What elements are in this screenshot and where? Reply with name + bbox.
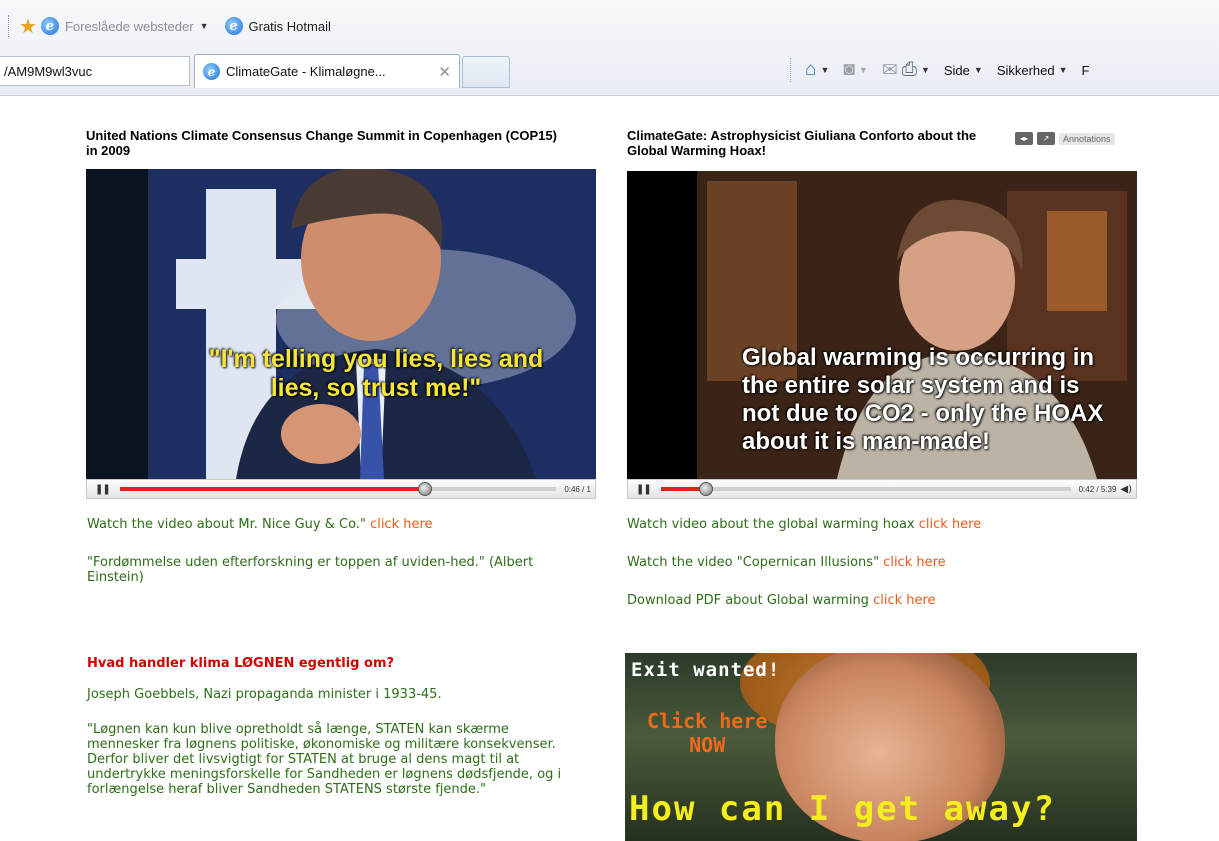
toolbar-grip bbox=[790, 58, 791, 82]
right-video-time: 0:42 / 5:39 bbox=[1078, 484, 1117, 494]
left-video-title: United Nations Climate Consensus Change … bbox=[86, 128, 557, 158]
right-progress-bar[interactable] bbox=[660, 482, 1071, 496]
tab-title: ClimateGate - Klimaløgne... bbox=[226, 64, 386, 79]
safety-menu[interactable]: Sikkerhed bbox=[997, 63, 1055, 78]
tab-climategate[interactable]: e ClimateGate - Klimaløgne... ✕ bbox=[194, 54, 460, 88]
hotmail-link[interactable]: Gratis Hotmail bbox=[249, 19, 331, 34]
chevron-down-icon[interactable]: ▼ bbox=[974, 65, 983, 75]
pause-icon[interactable]: ❚❚ bbox=[636, 484, 652, 495]
page-menu[interactable]: Side bbox=[944, 63, 970, 78]
annotations-label[interactable]: Annotations bbox=[1059, 132, 1115, 145]
feeds-icon[interactable]: ◙ bbox=[843, 59, 854, 81]
new-tab-button[interactable] bbox=[462, 56, 510, 88]
banner-click-text: Click here NOW bbox=[647, 709, 767, 757]
banner-exit-text: Exit wanted! bbox=[631, 659, 781, 681]
address-bar[interactable]: /AM9M9wl3vuc bbox=[0, 56, 190, 86]
section-heading: Hvad handler klima LØGNEN egentlig om? bbox=[87, 656, 395, 671]
einstein-quote: "Fordømmelse uden efterforskning er topp… bbox=[87, 555, 534, 585]
favorites-star-icon[interactable]: ★ bbox=[19, 14, 37, 39]
pause-icon[interactable]: ❚❚ bbox=[95, 484, 111, 495]
right-video-caption: Global warming is occurring in the entir… bbox=[742, 344, 1104, 455]
left-progress-fill bbox=[119, 487, 426, 491]
toolbar-grip[interactable] bbox=[8, 15, 11, 37]
tab-row: /AM9M9wl3vuc e ClimateGate - Klimaløgne.… bbox=[0, 52, 1219, 88]
popout-icon[interactable]: ↗ bbox=[1037, 132, 1055, 145]
right-progress-knob[interactable] bbox=[698, 482, 713, 496]
click-here-link[interactable]: click here bbox=[883, 555, 945, 570]
suggested-sites-link[interactable]: Foreslåede websteder bbox=[65, 19, 194, 34]
browser-chrome: ★ e Foreslåede websteder ▼ e Gratis Hotm… bbox=[0, 0, 1219, 96]
print-icon[interactable]: ⎙ bbox=[902, 59, 917, 81]
volume-icon[interactable]: ◀) bbox=[1120, 484, 1132, 495]
chevron-down-icon[interactable]: ▼ bbox=[820, 65, 829, 75]
chevron-down-icon[interactable]: ▼ bbox=[921, 65, 930, 75]
left-watch-text: Watch the video about Mr. Nice Guy & Co.… bbox=[87, 517, 371, 532]
left-video-time: 0:46 / 1 bbox=[564, 484, 591, 494]
ie-page-icon: e bbox=[40, 17, 59, 35]
left-video-controls: ❚❚ 0:46 / 1 bbox=[86, 479, 596, 499]
ie-page-icon: e bbox=[203, 63, 220, 80]
right-video-title: ClimateGate: Astrophysicist Giuliana Con… bbox=[627, 128, 977, 158]
left-watch-line: Watch the video about Mr. Nice Guy & Co.… bbox=[87, 517, 587, 532]
page-content: United Nations Climate Consensus Change … bbox=[0, 96, 1219, 841]
chevron-down-icon[interactable]: ▼ bbox=[200, 21, 209, 31]
mail-icon[interactable]: ✉ bbox=[882, 59, 898, 82]
left-progress-bar[interactable] bbox=[119, 482, 557, 496]
expand-icon[interactable]: ◂▸ bbox=[1015, 132, 1033, 145]
goebbels-quote: "Løgnen kan kun blive opretholdt så læng… bbox=[87, 722, 562, 797]
annotations-controls: ◂▸ ↗ Annotations bbox=[1015, 132, 1115, 145]
right-link-line: Download PDF about Global warming click … bbox=[627, 593, 1147, 608]
banner-now: NOW bbox=[689, 733, 726, 757]
right-link-line: Watch video about the global warming hoa… bbox=[627, 517, 1147, 532]
left-video-player[interactable]: "I'm telling you lies, lies and lies, so… bbox=[86, 169, 596, 479]
click-here-link[interactable]: click here bbox=[919, 517, 981, 532]
close-icon[interactable]: ✕ bbox=[438, 63, 451, 81]
left-video-caption: "I'm telling you lies, lies and lies, so… bbox=[208, 345, 544, 402]
right-link-text: Watch the video "Copernican Illusions" bbox=[627, 555, 884, 570]
chevron-down-icon[interactable]: ▼ bbox=[1059, 65, 1068, 75]
ie-page-icon: e bbox=[224, 17, 243, 35]
chevron-down-icon[interactable]: ▼ bbox=[859, 65, 868, 75]
right-video-player[interactable]: Global warming is occurring in the entir… bbox=[627, 171, 1137, 479]
right-video-controls: ❚❚ 0:42 / 5:39 ◀) bbox=[627, 479, 1137, 499]
right-link-line: Watch the video "Copernican Illusions" c… bbox=[627, 555, 1147, 570]
goebbels-attribution: Joseph Goebbels, Nazi propaganda ministe… bbox=[87, 687, 442, 702]
left-progress-knob[interactable] bbox=[418, 482, 433, 496]
click-here-link[interactable]: click here bbox=[873, 593, 935, 608]
favorites-bar: ★ e Foreslåede websteder ▼ e Gratis Hotm… bbox=[0, 10, 337, 42]
banner-headline: How can I get away? bbox=[629, 789, 1056, 829]
command-bar: ⌂ ▼ ◙ ▼ ✉ ⎙ ▼ Side ▼ Sikkerhed ▼ F bbox=[790, 52, 1094, 88]
right-link-text: Download PDF about Global warming bbox=[627, 593, 874, 608]
exit-banner-ad[interactable]: Exit wanted! Click here NOW How can I ge… bbox=[625, 653, 1137, 841]
click-here-link[interactable]: click here bbox=[370, 517, 432, 532]
banner-click-here: Click here bbox=[647, 709, 768, 733]
right-link-text: Watch video about the global warming hoa… bbox=[627, 517, 919, 532]
tools-menu-cut[interactable]: F bbox=[1082, 63, 1090, 78]
left-video-frame bbox=[86, 169, 596, 479]
home-icon[interactable]: ⌂ bbox=[805, 59, 816, 81]
